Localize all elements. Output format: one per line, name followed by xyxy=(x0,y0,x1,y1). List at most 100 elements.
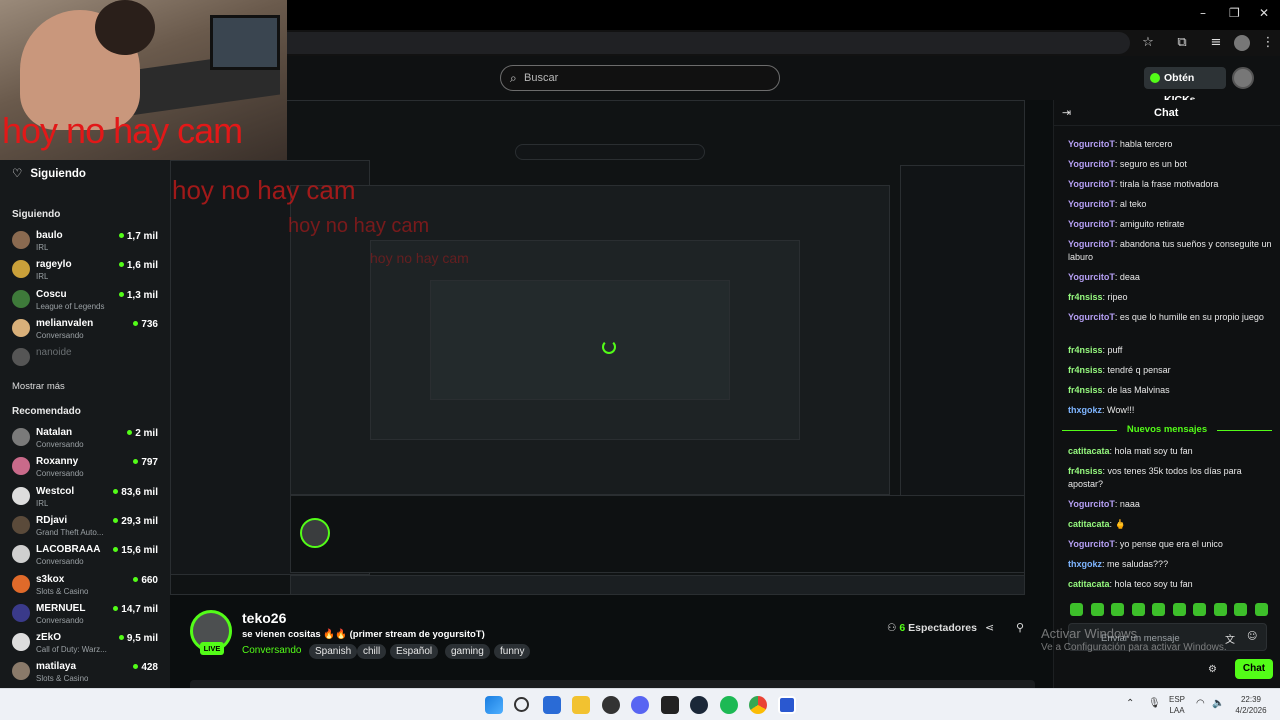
sidebar-channel-zeko[interactable]: zEkO Call of Duty: Warz... 9,5 mil xyxy=(12,630,162,658)
chat-username[interactable]: thxgokz xyxy=(1068,405,1102,415)
sidebar-channel-natalan[interactable]: Natalan Conversando 2 mil xyxy=(12,425,162,453)
channel-avatar xyxy=(12,486,30,505)
stream-tag[interactable]: Español xyxy=(390,644,439,659)
sidebar-channel-lacobraaa[interactable]: LACOBRAAA Conversando 15,6 mil xyxy=(12,542,162,570)
emoji-icon[interactable]: ☺ xyxy=(1247,631,1257,642)
media-icon[interactable]: ≡ xyxy=(1208,35,1224,51)
active-app-icon[interactable] xyxy=(778,696,796,714)
chat-text: hola teco soy tu fan xyxy=(1114,579,1193,589)
clock[interactable]: 22:39 4/2/2026 xyxy=(1230,695,1272,715)
chat-username[interactable]: YogurcitoT xyxy=(1068,139,1115,149)
volume-icon[interactable]: 🔈 xyxy=(1212,698,1224,709)
chat-username[interactable]: YogurcitoT xyxy=(1068,272,1115,282)
collapse-chat-icon[interactable]: ⇥ xyxy=(1062,106,1071,119)
wifi-icon[interactable]: ◠ xyxy=(1196,698,1205,709)
cam-caption: hoy no hay cam xyxy=(2,110,243,151)
emote-icon[interactable] xyxy=(1090,603,1104,616)
star-icon[interactable]: ☆ xyxy=(1140,35,1156,51)
chat-username[interactable]: fr4nsiss xyxy=(1068,292,1103,302)
viewer-count: ⚇ 6 Espectadores xyxy=(887,622,977,634)
emote-icon[interactable] xyxy=(1070,603,1083,616)
emote-icon[interactable] xyxy=(1152,603,1165,616)
steam-icon[interactable] xyxy=(690,696,708,714)
sidebar-channel-nanoide[interactable]: nanoide xyxy=(12,345,162,373)
chat-username[interactable]: YogurcitoT xyxy=(1068,539,1115,549)
language-indicator[interactable]: ESP LAA xyxy=(1166,695,1188,715)
chat-message: catitacata: hola mati soy tu fan xyxy=(1068,445,1273,458)
menu-icon[interactable]: ⋮ xyxy=(1260,35,1276,51)
chat-username[interactable]: fr4nsiss xyxy=(1068,345,1103,355)
chat-username[interactable]: fr4nsiss xyxy=(1068,385,1103,395)
sidebar-channel-roxanny[interactable]: Roxanny Conversando 797 xyxy=(12,454,162,482)
chat-username[interactable]: YogurcitoT xyxy=(1068,159,1115,169)
maximize-button[interactable]: ❐ xyxy=(1229,6,1240,20)
sidebar-channel-coscu[interactable]: Coscu League of Legends 1,3 mil xyxy=(12,287,162,315)
sidebar-channel-matilaya[interactable]: matilaya Slots & Casino 428 xyxy=(12,659,162,687)
stream-tag[interactable]: Spanish xyxy=(309,644,358,659)
gear-icon[interactable]: ⚙ xyxy=(1208,664,1217,675)
activation-subtitle: Ve a Configuración para activar Windows. xyxy=(1041,642,1227,653)
nested-cam-caption-2: hoy no hay cam xyxy=(288,215,430,237)
send-chat-button[interactable]: Chat xyxy=(1235,659,1273,679)
show-more-link[interactable]: Mostrar más xyxy=(12,381,65,392)
chat-username[interactable]: YogurcitoT xyxy=(1068,239,1115,249)
chat-username[interactable]: YogurcitoT xyxy=(1068,499,1115,509)
store-icon[interactable] xyxy=(543,696,561,714)
sidebar-channel-melianvalen[interactable]: melianvalen Conversando 736 xyxy=(12,316,162,344)
emote-icon[interactable] xyxy=(1172,603,1186,616)
sidebar-channel-rdjavi[interactable]: RDjavi Grand Theft Auto... 29,3 mil xyxy=(12,513,162,541)
emote-icon[interactable] xyxy=(1193,603,1206,616)
chat-username[interactable]: thxgokz xyxy=(1068,559,1102,569)
spotify-icon[interactable] xyxy=(720,696,738,714)
chat-username[interactable]: YogurcitoT xyxy=(1068,179,1115,189)
search-taskbar-icon[interactable] xyxy=(514,697,529,712)
puzzle-icon[interactable]: ⧉ xyxy=(1174,35,1190,51)
profile-avatar[interactable] xyxy=(1234,35,1250,51)
get-kicks-button[interactable]: Obtén KICKs xyxy=(1144,67,1226,106)
obs-icon[interactable] xyxy=(602,696,620,714)
stream-tag[interactable]: gaming xyxy=(445,644,490,659)
chat-username[interactable]: fr4nsiss xyxy=(1068,365,1103,375)
emote-icon[interactable] xyxy=(1213,603,1227,616)
chat-text: de las Malvinas xyxy=(1107,385,1170,395)
chat-username[interactable]: YogurcitoT xyxy=(1068,219,1115,229)
sidebar-channel-mernuel[interactable]: MERNUEL Conversando 14,7 mil xyxy=(12,601,162,629)
emote-icon[interactable] xyxy=(1254,603,1268,616)
stream-tag[interactable]: funny xyxy=(494,644,531,659)
follow-icon[interactable]: ⚲ xyxy=(1016,621,1024,634)
close-button[interactable]: ✕ xyxy=(1259,6,1269,20)
share-icon[interactable]: ⋖ xyxy=(985,621,994,634)
minimize-button[interactable]: – xyxy=(1200,6,1206,20)
chat-username[interactable]: catitacata xyxy=(1068,519,1110,529)
chat-message: YogurcitoT: yo pense que era el unico xyxy=(1068,538,1273,551)
emote-icon[interactable] xyxy=(1234,603,1247,616)
chat-username[interactable]: fr4nsiss xyxy=(1068,466,1103,476)
new-messages-divider[interactable]: Nuevos mensajes xyxy=(1062,424,1272,436)
start-icon[interactable] xyxy=(485,696,503,714)
chrome-icon[interactable] xyxy=(749,696,767,714)
sidebar-channel-s3kox[interactable]: s3kox Slots & Casino 660 xyxy=(12,572,162,600)
keyboard-layout: LAA xyxy=(1169,706,1185,715)
chat-username[interactable]: catitacata xyxy=(1068,446,1110,456)
video-player[interactable]: hoy no hay cam hoy no hay cam hoy no hay… xyxy=(170,100,1025,595)
sidebar-channel-rageylo[interactable]: rageylo IRL 1,6 mil xyxy=(12,257,162,285)
chat-username[interactable]: YogurcitoT xyxy=(1068,199,1115,209)
sidebar-following-link[interactable]: ♡ Siguiendo xyxy=(12,166,86,180)
channel-name[interactable]: teko26 xyxy=(242,610,286,626)
chat-username[interactable]: YogurcitoT xyxy=(1068,312,1115,322)
kicks-icon xyxy=(1150,73,1160,83)
tray-chevron-icon[interactable]: ⌃ xyxy=(1126,698,1134,709)
emote-icon[interactable] xyxy=(1111,603,1124,616)
discord-icon[interactable] xyxy=(631,696,649,714)
stream-tag[interactable]: chill xyxy=(357,644,387,659)
epic-games-icon[interactable] xyxy=(661,696,679,714)
sidebar-channel-baulo[interactable]: baulo IRL 1,7 mil xyxy=(12,228,162,256)
file-explorer-icon[interactable] xyxy=(572,696,590,714)
emote-icon[interactable] xyxy=(1131,603,1145,616)
microphone-icon[interactable]: 🎙 xyxy=(1148,698,1161,709)
chat-username[interactable]: catitacata xyxy=(1068,579,1110,589)
sidebar-channel-westcol[interactable]: Westcol IRL 83,6 mil xyxy=(12,484,162,512)
stream-category[interactable]: Conversando xyxy=(242,645,301,656)
user-avatar[interactable] xyxy=(1232,67,1254,89)
search-input[interactable]: ⌕ Buscar xyxy=(500,65,780,91)
